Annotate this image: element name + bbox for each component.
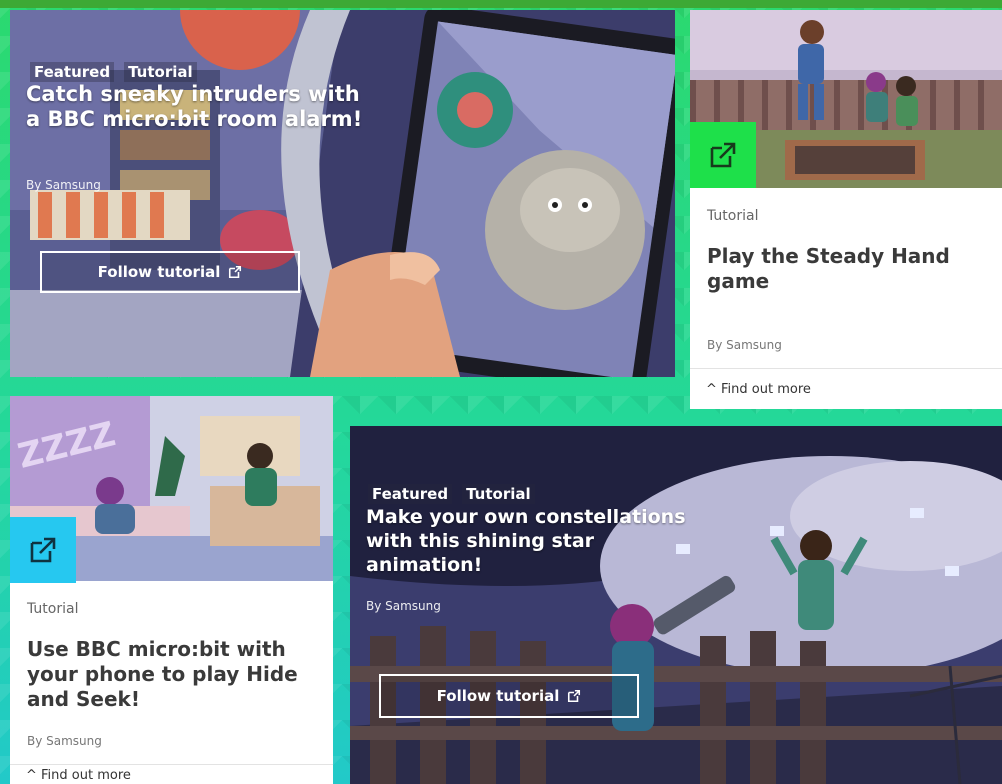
card-kind: Tutorial: [707, 208, 759, 224]
featured-card-room-alarm[interactable]: Featured Tutorial Catch sneaky intruders…: [10, 10, 675, 377]
tutorial-card-hide-and-seek[interactable]: ZZZZ Tutorial Use BBC micro:bit with you…: [10, 396, 333, 784]
card-tags: Featured Tutorial: [368, 484, 535, 504]
constellations-illustration: [350, 426, 1002, 784]
find-out-more-link[interactable]: ^ Find out more: [10, 764, 333, 784]
tag-featured: Featured: [30, 62, 115, 82]
external-link-icon: [568, 689, 581, 703]
card-author: By Samsung: [366, 599, 441, 613]
external-link-icon: [710, 142, 736, 168]
featured-card-constellations[interactable]: Featured Tutorial Make your own constell…: [350, 426, 1002, 784]
external-link-badge[interactable]: [690, 122, 756, 188]
external-link-icon: [30, 537, 56, 563]
follow-tutorial-label: Follow tutorial: [436, 687, 560, 705]
card-author: By Samsung: [707, 338, 782, 352]
card-title[interactable]: Catch sneaky intruders with a BBC micro:…: [26, 82, 366, 132]
follow-tutorial-label: Follow tutorial: [97, 263, 221, 281]
tag-tutorial: Tutorial: [462, 484, 535, 504]
top-strip: [0, 0, 1002, 8]
card-title[interactable]: Make your own constellations with this s…: [366, 505, 686, 577]
tag-featured: Featured: [368, 484, 453, 504]
external-link-badge[interactable]: [10, 517, 76, 583]
find-out-more-link[interactable]: ^ Find out more: [690, 368, 1002, 409]
card-title[interactable]: Use BBC micro:bit with your phone to pla…: [27, 637, 327, 712]
follow-tutorial-button[interactable]: Follow tutorial: [379, 674, 639, 718]
external-link-icon: [229, 265, 242, 279]
card-title[interactable]: Play the Steady Hand game: [707, 244, 992, 294]
tag-tutorial: Tutorial: [124, 62, 197, 82]
card-tags: Featured Tutorial: [30, 62, 197, 82]
card-author: By Samsung: [26, 178, 101, 192]
card-kind: Tutorial: [27, 601, 79, 617]
tutorial-card-steady-hand[interactable]: Tutorial Play the Steady Hand game By Sa…: [690, 10, 1002, 409]
follow-tutorial-button[interactable]: Follow tutorial: [40, 251, 300, 293]
card-author: By Samsung: [27, 734, 102, 748]
